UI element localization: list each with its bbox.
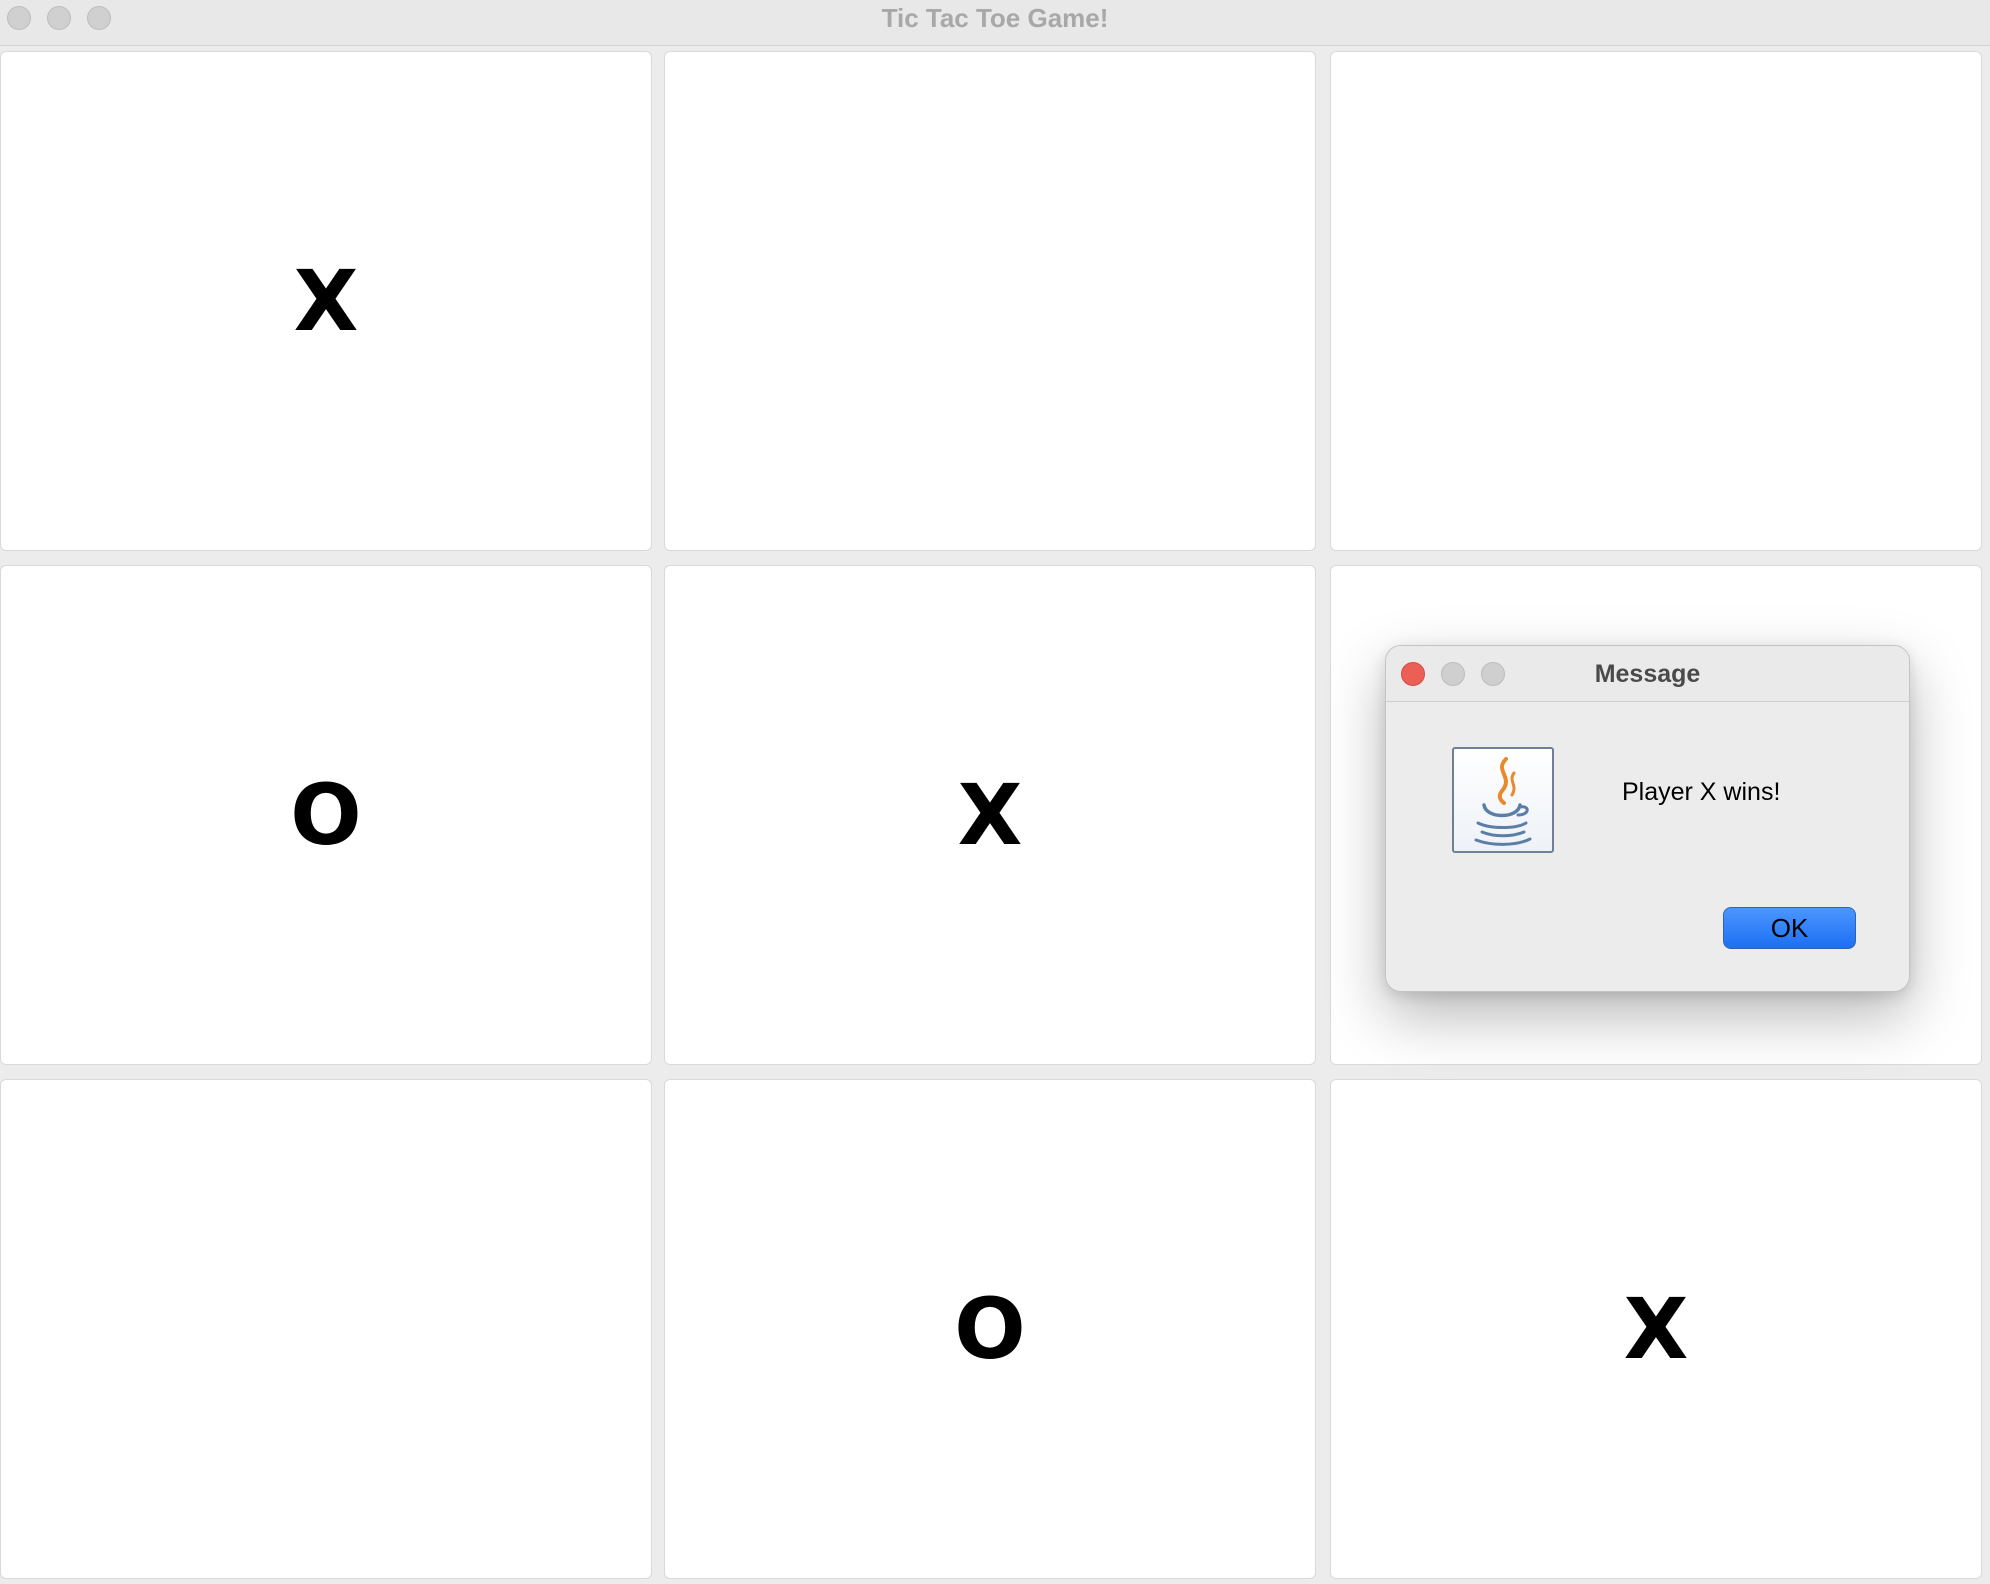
dialog-titlebar[interactable]: Message (1386, 646, 1909, 702)
cell-mark: O (954, 1280, 1026, 1378)
cell-0-1[interactable] (664, 51, 1316, 551)
cell-mark (1, 1080, 651, 1578)
cell-2-2[interactable]: X (1330, 1079, 1982, 1579)
game-window: Tic Tac Toe Game! X O X O X Message Play… (0, 0, 1990, 1584)
java-icon (1452, 747, 1554, 853)
cell-0-2[interactable] (1330, 51, 1982, 551)
cell-2-0[interactable] (0, 1079, 652, 1579)
cell-mark: X (957, 766, 1023, 864)
message-dialog: Message Player X wins! OK (1385, 645, 1910, 992)
cell-2-1[interactable]: O (664, 1079, 1316, 1579)
window-titlebar: Tic Tac Toe Game! (0, 0, 1990, 46)
cell-1-0[interactable]: O (0, 565, 652, 1065)
cell-mark (665, 52, 1315, 550)
window-title: Tic Tac Toe Game! (881, 3, 1109, 33)
cell-1-1[interactable]: X (664, 565, 1316, 1065)
ok-button[interactable]: OK (1723, 907, 1856, 949)
dialog-message: Player X wins! (1622, 778, 1781, 806)
dialog-title: Message (1594, 660, 1701, 688)
cell-mark (1331, 52, 1981, 550)
cell-mark: O (290, 766, 362, 864)
cell-0-0[interactable]: X (0, 51, 652, 551)
cell-mark: X (293, 252, 359, 350)
cell-mark: X (1623, 1280, 1689, 1378)
java-cup-icon (1474, 757, 1532, 846)
